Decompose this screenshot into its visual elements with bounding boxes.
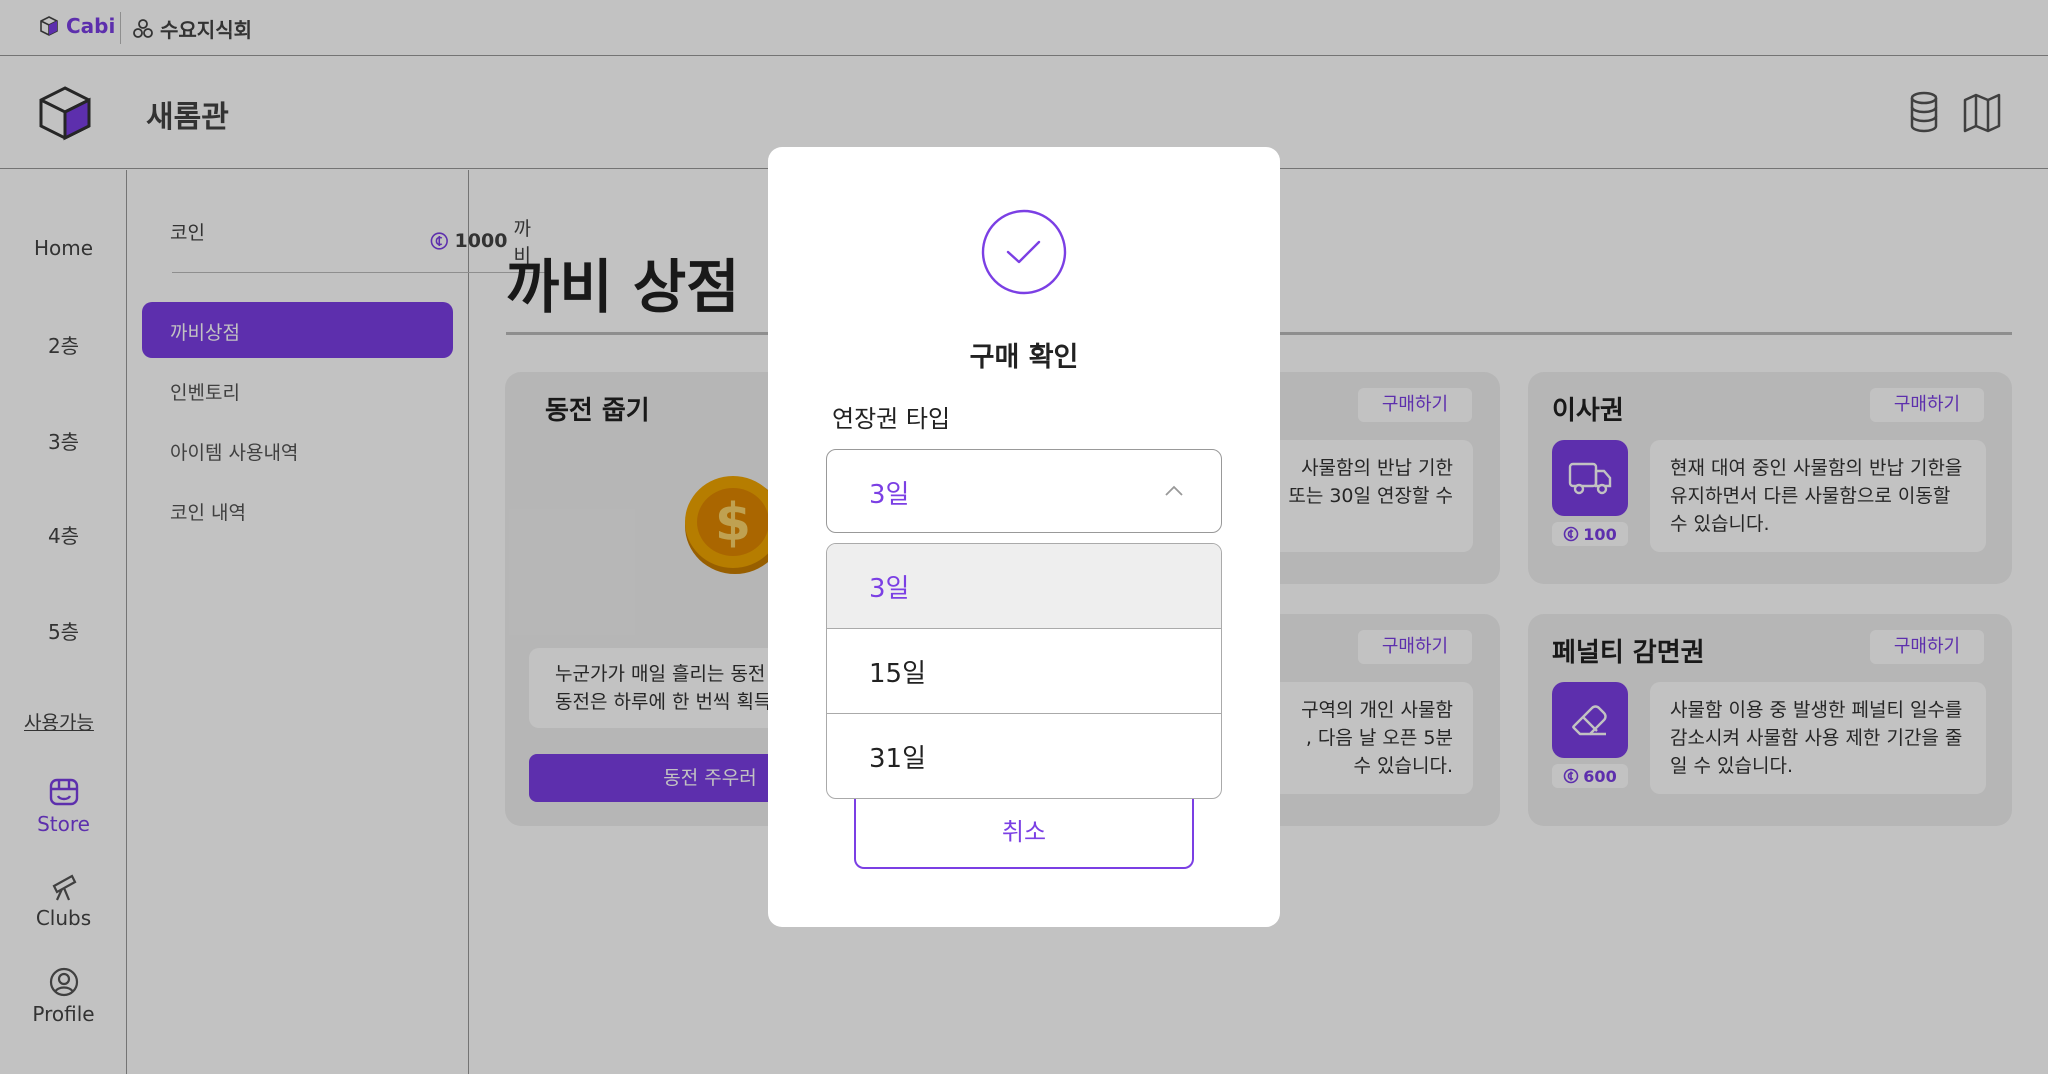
cancel-button[interactable]: 취소 bbox=[854, 799, 1194, 869]
ticket-type-select[interactable]: 3일 bbox=[826, 449, 1222, 533]
check-circle-icon bbox=[981, 209, 1067, 295]
modal-title: 구매 확인 bbox=[969, 342, 1079, 373]
purchase-confirm-modal: 구매 확인 연장권 타입 3일 3일 15일 31일 취소 bbox=[768, 147, 1280, 927]
page: Cabi 수요지식회 새롬관 Home 2층 3층 4층 5층 사용가능 Sto… bbox=[0, 0, 2048, 1074]
option-15-days[interactable]: 15일 bbox=[827, 629, 1221, 714]
chevron-up-icon bbox=[1165, 485, 1183, 496]
ticket-type-selected-value: 3일 bbox=[869, 480, 910, 510]
ticket-type-options: 3일 15일 31일 bbox=[826, 543, 1222, 799]
option-3-days[interactable]: 3일 bbox=[827, 544, 1221, 629]
option-31-days[interactable]: 31일 bbox=[827, 714, 1221, 798]
ticket-type-label: 연장권 타입 bbox=[832, 405, 951, 433]
